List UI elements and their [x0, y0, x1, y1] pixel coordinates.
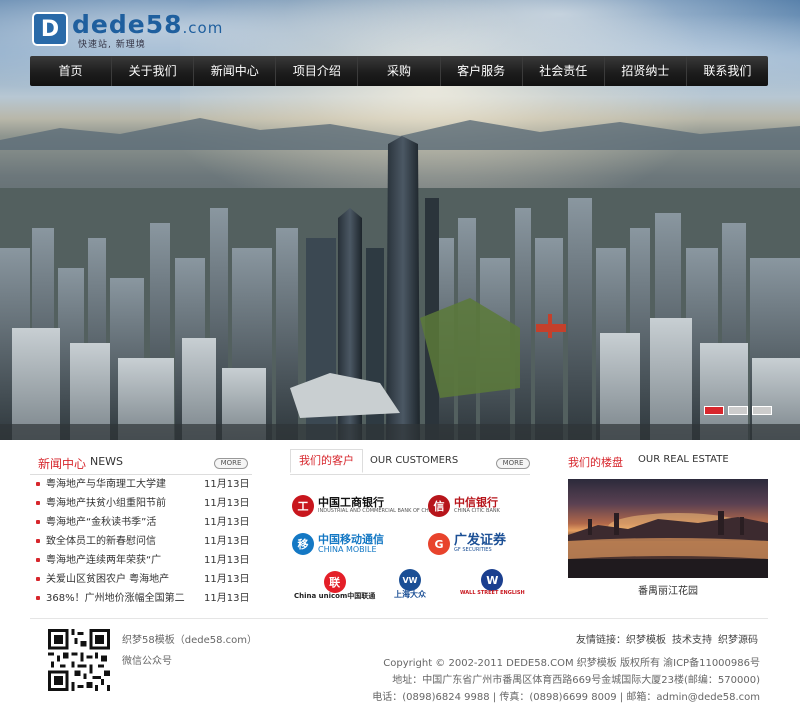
friend-links-label: 友情链接： — [576, 635, 626, 646]
logo-mark: D — [32, 12, 68, 46]
gf-icon: G — [428, 533, 450, 555]
footer: 织梦58模板（dede58.com） 微信公众号 友情链接：织梦模板 技术支持 织梦… — [30, 618, 768, 718]
bullet-icon — [36, 520, 40, 524]
clients-panel: 我们的客户 OUR CUSTOMERS MORE 工 中国工商银行 INDUSTR… — [290, 447, 530, 612]
friend-links: 友情链接：织梦模板 技术支持 织梦源码 — [570, 631, 758, 646]
news-list: 粤海地产与华南理工大学建 11月13日 粤海地产扶贫小组重阳节前 11月13日 粤海… — [30, 475, 252, 608]
nav-news[interactable]: 新闻中心 — [193, 56, 275, 86]
unicom-icon: 联 — [323, 571, 346, 593]
client-logo-wse[interactable]: W WALL STREET ENGLISH — [460, 569, 525, 597]
slider-dot-1[interactable] — [704, 406, 724, 415]
nav-contact[interactable]: 联系我们 — [685, 56, 768, 86]
news-title-en: NEWS — [90, 455, 124, 468]
estate-photo-scene — [568, 511, 768, 578]
news-item[interactable]: 关爱山区贫困农户 粤海地产 11月13日 — [30, 570, 252, 589]
slider-dot-2[interactable] — [728, 406, 748, 415]
nav-about[interactable]: 关于我们 — [111, 56, 193, 86]
news-panel: 新闻中心 NEWS MORE 粤海地产与华南理工大学建 11月13日 粤海地产扶贫… — [30, 447, 252, 612]
news-item[interactable]: 粤海地产“金秋读书季”活 11月13日 — [30, 513, 252, 532]
site-logo[interactable]: D dede58.com 快速站, 新理境 — [32, 12, 223, 50]
estate-caption[interactable]: 番禺丽江花园 — [568, 582, 768, 597]
hero-city-skyline — [0, 136, 800, 440]
news-more-button[interactable]: MORE — [214, 458, 248, 469]
news-item[interactable]: 粤海地产扶贫小组重阳节前 11月13日 — [30, 494, 252, 513]
citic-icon: 信 — [428, 495, 450, 517]
friend-link[interactable]: 织梦源码 — [718, 635, 758, 646]
clients-more-button[interactable]: MORE — [496, 458, 530, 469]
qr-code-icon — [48, 629, 110, 691]
logo-brand: dede58.com — [72, 10, 224, 39]
bullet-icon — [36, 577, 40, 581]
footer-contact: 电话：(0898)6824 9988 | 传真：(0898)6699 8009 … — [372, 692, 760, 703]
client-logo-gf[interactable]: G 广发证券 GF SECURITIES — [428, 533, 506, 555]
icbc-icon: 工 — [292, 495, 314, 517]
nav-responsibility[interactable]: 社会责任 — [521, 56, 604, 86]
main-nav: 首页 关于我们 新闻中心 项目介绍 采购 客户服务 社会责任 招贤纳士 联系我们 — [30, 56, 768, 86]
clients-title-en: OUR CUSTOMERS — [370, 455, 459, 466]
nav-careers[interactable]: 招贤纳士 — [603, 56, 686, 86]
client-logo-china-mobile[interactable]: 移 中国移动通信 CHINA MOBILE — [292, 533, 384, 555]
bullet-icon — [36, 558, 40, 562]
bullet-icon — [36, 482, 40, 486]
friend-link[interactable]: 织梦模板 — [626, 635, 666, 646]
client-logo-icbc[interactable]: 工 中国工商银行 INDUSTRIAL AND COMMERCIAL BANK O… — [292, 495, 437, 517]
wse-icon: W — [481, 569, 504, 591]
estate-photo[interactable] — [568, 479, 768, 578]
friend-link[interactable]: 技术支持 — [672, 635, 712, 646]
slider-dots — [704, 406, 772, 415]
logo-slogan: 快速站, 新理境 — [78, 40, 146, 50]
footer-site-label: 织梦58模板（dede58.com） — [122, 635, 257, 646]
nav-projects[interactable]: 项目介绍 — [275, 56, 357, 86]
estate-header: 我们的楼盘 OUR REAL ESTATE — [568, 447, 768, 475]
slider-dot-3[interactable] — [752, 406, 772, 415]
footer-address: 地址：中国广东省广州市番禺区体育西路669号金城国际大厦23楼(邮编：57000… — [392, 675, 760, 686]
news-item[interactable]: 368%！广州地价涨幅全国第二 11月13日 — [30, 589, 252, 608]
news-header: 新闻中心 NEWS MORE — [30, 447, 252, 475]
nav-service[interactable]: 客户服务 — [439, 56, 522, 86]
news-item[interactable]: 粤海地产连续两年荣获“广 11月13日 — [30, 551, 252, 570]
clients-title: 我们的客户 — [290, 449, 363, 473]
china-mobile-icon: 移 — [292, 533, 314, 555]
news-item[interactable]: 粤海地产与华南理工大学建 11月13日 — [30, 475, 252, 494]
estate-panel: 我们的楼盘 OUR REAL ESTATE 番禺丽江花园 — [568, 447, 768, 612]
client-logo-unicom[interactable]: 联 China unicom中国联通 — [294, 571, 375, 601]
news-item[interactable]: 致全体员工的新春慰问信 11月13日 — [30, 532, 252, 551]
nav-procurement[interactable]: 采购 — [357, 56, 439, 86]
nav-home[interactable]: 首页 — [30, 56, 111, 86]
bullet-icon — [36, 539, 40, 543]
client-logo-svw[interactable]: VW 上海大众 — [394, 569, 426, 600]
footer-copyright: Copyright © 2002-2011 DEDE58.COM 织梦模板 版权… — [383, 658, 760, 669]
clients-header: 我们的客户 OUR CUSTOMERS MORE — [290, 447, 530, 475]
footer-wechat-label: 微信公众号 — [122, 656, 172, 667]
news-title: 新闻中心 — [38, 457, 87, 471]
vw-icon: VW — [399, 569, 421, 591]
bullet-icon — [36, 596, 40, 600]
client-logo-citic[interactable]: 信 中信银行 CHINA CITIC BANK — [428, 495, 500, 517]
bullet-icon — [36, 501, 40, 505]
estate-title: 我们的楼盘 — [568, 456, 623, 469]
estate-title-en: OUR REAL ESTATE — [638, 454, 729, 465]
